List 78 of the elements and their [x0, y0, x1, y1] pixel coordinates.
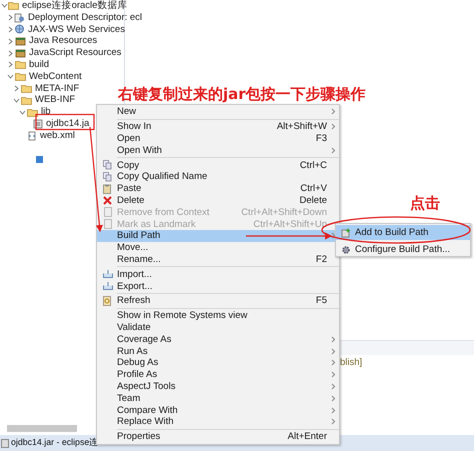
expanded-chevron-icon[interactable] — [7, 73, 14, 80]
folder-icon — [27, 108, 38, 117]
menu-item[interactable]: Show in Remote Systems view — [97, 310, 339, 322]
collapsed-chevron-icon[interactable] — [7, 61, 14, 68]
delete-icon — [103, 196, 112, 205]
menu-item[interactable]: Compare With — [97, 404, 339, 416]
highlight-rectangle — [35, 114, 95, 130]
tree-item[interactable]: JavaScript Resources — [29, 47, 122, 59]
tree-item[interactable]: ojdbc14.ja — [46, 118, 90, 130]
menu-item[interactable]: Properties Alt+Enter — [97, 430, 339, 443]
globe-icon — [14, 24, 25, 34]
copy-icon — [103, 172, 112, 182]
square-icon — [36, 156, 43, 163]
descriptor-icon — [14, 12, 25, 23]
menu-item[interactable]: Export... — [97, 280, 339, 292]
menu-item[interactable]: Validate — [97, 322, 339, 334]
folder-icon — [21, 84, 32, 93]
xml-file-icon — [27, 130, 37, 141]
annotation-text: 点击 — [410, 196, 440, 211]
menu-item[interactable]: New — [97, 106, 339, 118]
page-icon — [104, 207, 112, 218]
menu-item[interactable]: Rename... F2 — [97, 254, 339, 266]
menu-item[interactable]: Replace With — [97, 416, 339, 428]
folder-icon — [15, 60, 26, 70]
menu-item[interactable]: Copy Qualified Name — [97, 170, 339, 183]
tree-item[interactable]: build — [29, 58, 50, 71]
collapsed-chevron-icon[interactable] — [7, 26, 14, 33]
jar-plus-icon — [340, 228, 350, 238]
collapsed-chevron-icon[interactable] — [13, 84, 20, 92]
tree-item[interactable]: WebContent — [29, 70, 82, 83]
menu-item[interactable]: Run As — [97, 345, 339, 357]
menu-item[interactable]: Open With — [97, 144, 339, 156]
folder-icon — [15, 72, 26, 82]
copy-icon — [103, 160, 112, 170]
tree-item[interactable]: Deployment Descriptor: ecl — [28, 12, 142, 24]
menu-item[interactable]: Import... — [97, 268, 339, 280]
menu-item[interactable]: Profile As — [97, 368, 339, 381]
menu-item[interactable]: Paste Ctrl+V — [97, 182, 339, 195]
page-icon — [104, 219, 112, 230]
menu-item[interactable]: Move... — [97, 242, 339, 254]
tree-item[interactable]: eclipse连接oracle数据库 — [22, 0, 128, 12]
refresh-icon — [103, 296, 112, 306]
menu-item[interactable]: Coverage As — [97, 333, 339, 346]
collapsed-chevron-icon[interactable] — [7, 38, 14, 45]
tree-item[interactable]: META-INF — [35, 82, 80, 94]
tree-item[interactable]: WEB-INF — [35, 94, 76, 106]
expanded-chevron-icon[interactable] — [19, 108, 26, 116]
menu-item[interactable]: Configure Build Path... — [336, 240, 470, 255]
menu-item[interactable]: Open F3 — [97, 132, 339, 144]
folder-icon — [21, 96, 32, 105]
tree-item[interactable]: JAX-WS Web Services — [28, 24, 125, 36]
menu-item[interactable]: Delete Delete — [97, 194, 339, 206]
console-text: blish] — [340, 357, 364, 368]
tree-item[interactable]: Java Resources — [29, 35, 98, 48]
tray-icon — [102, 282, 112, 290]
collapsed-chevron-icon[interactable] — [7, 50, 14, 57]
tray-icon — [102, 270, 112, 278]
menu-item[interactable]: Add to Build Path — [336, 225, 470, 240]
gear-icon — [340, 245, 350, 255]
expanded-chevron-icon[interactable] — [1, 2, 8, 10]
collapsed-chevron-icon[interactable] — [7, 14, 14, 22]
folder-icon — [8, 1, 19, 10]
jar-icon — [1, 438, 9, 448]
annotation-text: 右键复制过来的jar包按一下步骤操作 — [118, 87, 366, 102]
tree-item[interactable]: web.xml — [40, 130, 75, 142]
scrollbar-thumb — [7, 425, 77, 432]
menu-item[interactable]: Debug As — [97, 356, 339, 369]
menu-item[interactable]: Copy Ctrl+C — [97, 159, 339, 171]
menu-item[interactable]: Show In Alt+Shift+W — [97, 120, 339, 133]
tree-item[interactable]: lib — [41, 106, 51, 118]
menu-item[interactable]: AspectJ Tools — [97, 380, 339, 392]
jar-icon — [33, 118, 43, 129]
package-icon — [15, 36, 26, 46]
clipboard-icon — [103, 184, 112, 194]
menu-item[interactable]: Refresh F5 — [97, 294, 339, 307]
menu-item[interactable]: Team — [97, 392, 339, 404]
expanded-chevron-icon[interactable] — [13, 96, 20, 104]
package-icon — [15, 48, 26, 58]
